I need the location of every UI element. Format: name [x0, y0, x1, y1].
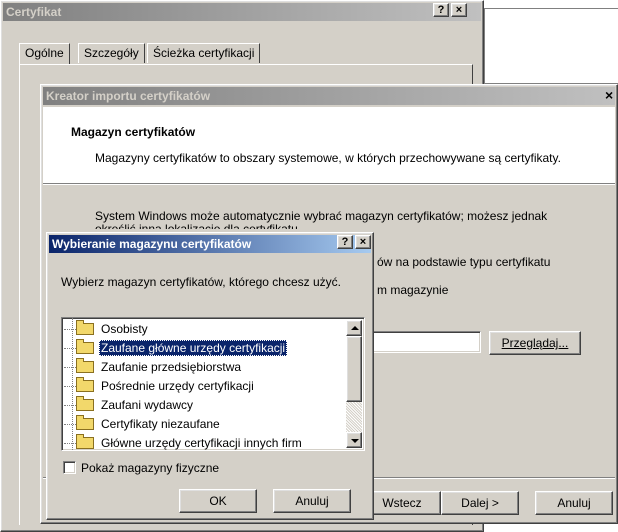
certificate-window-titlebar: Certyfikat — [3, 3, 481, 21]
tree-item-label: Certyfikaty niezaufane — [101, 417, 220, 431]
folder-icon — [76, 358, 94, 373]
folder-icon — [76, 434, 94, 449]
tree-item-label: Główne urzędy certyfikacji innych firm — [101, 436, 302, 450]
store-path-field[interactable] — [367, 331, 481, 353]
tab-certification-path[interactable]: Ścieżka certyfikacji — [147, 43, 261, 63]
background-panel-frame — [484, 8, 618, 84]
tab-details[interactable]: Szczegóły — [78, 43, 145, 63]
scroll-down-arrow-icon — [351, 439, 359, 443]
certificate-help-button[interactable]: ? — [433, 3, 449, 17]
folder-icon — [76, 339, 94, 354]
dialog-cancel-label: Anuluj — [295, 494, 329, 508]
tree-connector — [64, 405, 76, 406]
wizard-header-divider — [43, 183, 615, 185]
wizard-back-label: Wstecz — [382, 496, 422, 510]
browse-button-label: Przeglądaj... — [501, 336, 569, 350]
tab-general[interactable]: Ogólne — [19, 43, 70, 65]
tree-connector — [64, 329, 76, 330]
dialog-help-button[interactable]: ? — [337, 235, 353, 249]
folder-icon — [76, 377, 94, 392]
dialog-ok-button[interactable]: OK — [179, 489, 257, 513]
wizard-cancel-button[interactable]: Anuluj — [535, 491, 613, 515]
scroll-up-button[interactable] — [346, 320, 362, 336]
select-store-dialog: Wybieranie magazynu certyfikatów ? × Wyb… — [46, 232, 374, 520]
select-store-prompt: Wybierz magazyn certyfikatów, którego ch… — [61, 275, 341, 289]
folder-icon — [76, 415, 94, 430]
wizard-heading: Magazyn certyfikatów — [71, 125, 196, 139]
dialog-close-button[interactable]: × — [355, 235, 371, 249]
wizard-option-auto-label: ów na podstawie typu certyfikatu — [377, 255, 551, 269]
dialog-cancel-button[interactable]: Anuluj — [273, 489, 351, 513]
tree-item-intermediate[interactable]: Pośrednie urzędy certyfikacji — [62, 377, 322, 396]
certificate-close-button[interactable]: × — [451, 3, 467, 17]
scroll-track[interactable] — [346, 402, 362, 432]
tree-connector — [64, 424, 76, 425]
import-wizard-titlebar: Kreator importu certyfikatów — [43, 87, 615, 105]
wizard-next-label: Dalej > — [461, 496, 499, 510]
tree-item-label: Pośrednie urzędy certyfikacji — [101, 379, 254, 393]
show-physical-checkbox[interactable] — [63, 461, 76, 474]
import-wizard-title: Kreator importu certyfikatów — [46, 89, 211, 103]
tree-connector — [64, 348, 76, 349]
wizard-description: Magazyny certyfikatów to obszary systemo… — [95, 151, 561, 165]
tree-item-label: Osobisty — [101, 322, 148, 336]
dialog-ok-label: OK — [209, 494, 227, 508]
wizard-back-button[interactable]: Wstecz — [363, 491, 441, 515]
certificate-window-title: Certyfikat — [6, 5, 62, 19]
tree-item-label: Zaufanie przedsiębiorstwa — [101, 360, 242, 374]
wizard-header — [43, 107, 615, 183]
wizard-cancel-label: Anuluj — [557, 496, 591, 510]
tree-item-trusted-publishers[interactable]: Zaufani wydawcy — [62, 396, 322, 415]
tree-scrollbar[interactable] — [346, 320, 362, 448]
folder-icon — [76, 320, 94, 335]
tree-item-personal[interactable]: Osobisty — [62, 320, 322, 339]
tree-connector — [64, 386, 76, 387]
tree-connector — [64, 443, 76, 444]
wizard-body-line1: System Windows może automatycznie wybrać… — [95, 209, 548, 223]
wizard-next-button[interactable]: Dalej > — [441, 491, 519, 515]
store-tree[interactable]: Osobisty Zaufane główne urzędy certyfika… — [61, 317, 365, 451]
select-store-titlebar: Wybieranie magazynu certyfikatów — [49, 235, 371, 253]
tree-item-label-selected: Zaufane główne urzędy certyfikacji — [99, 340, 288, 356]
tree-item-label: Zaufani wydawcy — [101, 398, 194, 412]
tree-item-third-party-root[interactable]: Główne urzędy certyfikacji innych firm — [62, 434, 322, 450]
tree-item-trusted-root[interactable]: Zaufane główne urzędy certyfikacji — [62, 339, 322, 358]
wizard-body-line2: określić inną lokalizację dla certyfikat… — [95, 222, 302, 229]
wizard-close-icon[interactable]: × — [605, 87, 613, 103]
tree-connector — [64, 367, 76, 368]
tree-item-untrusted[interactable]: Certyfikaty niezaufane — [62, 415, 322, 434]
scroll-down-button[interactable] — [346, 432, 362, 448]
folder-icon — [76, 396, 94, 411]
scroll-up-arrow-icon — [351, 326, 359, 330]
browse-button[interactable]: Przeglądaj... — [489, 331, 581, 355]
show-physical-label: Pokaż magazyny fizyczne — [81, 461, 220, 475]
wizard-option-manual-label: m magazynie — [377, 283, 449, 297]
scroll-thumb[interactable] — [346, 336, 362, 402]
select-store-title: Wybieranie magazynu certyfikatów — [52, 237, 252, 251]
tree-item-enterprise-trust[interactable]: Zaufanie przedsiębiorstwa — [62, 358, 322, 377]
